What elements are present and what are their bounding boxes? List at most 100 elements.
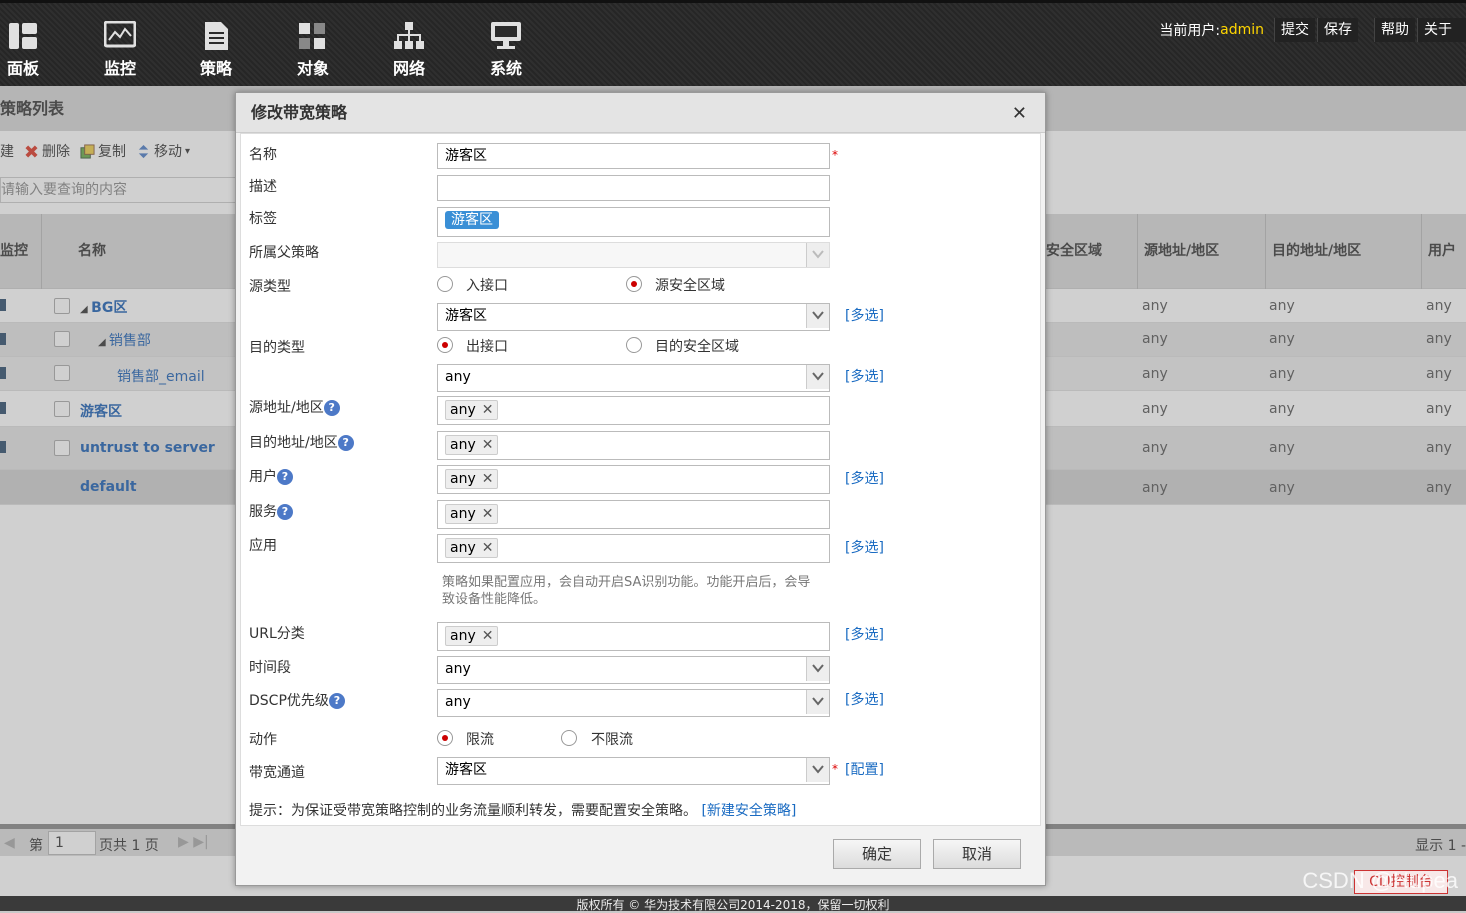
application-tag: any ✕ <box>445 538 499 558</box>
help-icon[interactable]: ? <box>277 504 293 520</box>
destination-zone-radio[interactable] <box>626 337 642 353</box>
limit-radio[interactable] <box>437 730 453 746</box>
source-zone-select[interactable]: 游客区 <box>437 303 830 331</box>
dscp-value: any <box>445 694 471 710</box>
service-label: 服务? <box>249 501 293 521</box>
remove-icon[interactable]: ✕ <box>482 471 494 487</box>
source-zone-multiselect-link[interactable]: [多选] <box>845 305 884 325</box>
network-icon <box>394 22 424 49</box>
help-icon[interactable]: ? <box>337 435 354 451</box>
new-security-policy-link[interactable]: [新建安全策略] <box>701 803 796 819</box>
current-user-label: 当前用户: <box>1159 23 1221 39</box>
time-range-value: any <box>445 661 471 677</box>
nav-network[interactable]: 网络 <box>374 21 444 79</box>
about-button[interactable]: 关于 <box>1417 18 1466 42</box>
help-icon[interactable]: ? <box>277 469 293 485</box>
remove-icon[interactable]: ✕ <box>482 437 494 453</box>
description-label: 描述 <box>249 179 277 195</box>
policy-icon <box>205 22 228 50</box>
source-interface-label: 入接口 <box>466 278 508 294</box>
configure-link[interactable]: [配置] <box>845 759 884 779</box>
tag-label: 标签 <box>249 211 277 227</box>
no-limit-radio[interactable] <box>561 730 577 746</box>
nav-dashboard[interactable]: 面板 <box>0 21 58 79</box>
destination-type-label: 目的类型 <box>249 340 305 356</box>
destination-address-label: 目的地址/地区? <box>249 432 354 452</box>
application-multiselect-link[interactable]: [多选] <box>845 537 884 557</box>
application-input[interactable]: any ✕ <box>437 534 830 563</box>
save-button[interactable]: 保存 <box>1317 18 1358 42</box>
nav-system[interactable]: 系统 <box>471 21 541 79</box>
source-zone-value: 游客区 <box>445 308 487 324</box>
remove-icon[interactable]: ✕ <box>482 540 494 556</box>
chevron-down-icon <box>812 765 824 774</box>
bandwidth-channel-value: 游客区 <box>445 762 487 778</box>
nav-label: 监控 <box>103 59 136 78</box>
no-limit-label: 不限流 <box>591 732 633 748</box>
url-category-input[interactable]: any ✕ <box>437 622 830 651</box>
source-interface-radio[interactable] <box>437 276 453 292</box>
nav-monitor[interactable]: 监控 <box>85 21 155 79</box>
parent-policy-select[interactable] <box>437 242 830 268</box>
tag-chip[interactable]: 游客区 <box>445 211 499 229</box>
user-label: 用户? <box>249 466 293 486</box>
url-multiselect-link[interactable]: [多选] <box>845 624 884 644</box>
nav-label: 策略 <box>199 59 232 78</box>
application-label: 应用 <box>249 538 277 554</box>
nav-object[interactable]: 对象 <box>278 21 348 79</box>
dialog-body: 名称 游客区 * 描述 标签 游客区 所属父策略 源类型 入接口 源安全区域 游… <box>240 133 1041 826</box>
ok-button[interactable]: 确定 <box>833 839 921 869</box>
chevron-down-icon <box>812 664 824 673</box>
source-zone-label: 源安全区域 <box>655 278 725 294</box>
source-type-label: 源类型 <box>249 279 291 295</box>
chevron-down-icon <box>812 697 824 706</box>
help-icon[interactable]: ? <box>328 693 345 709</box>
top-right-actions: 当前用户: admin 提交 保存 帮助 关于 <box>1159 17 1466 43</box>
commit-button[interactable]: 提交 <box>1274 18 1315 42</box>
service-input[interactable]: any ✕ <box>437 500 830 529</box>
remove-icon[interactable]: ✕ <box>482 402 494 418</box>
name-input[interactable]: 游客区 <box>437 143 830 169</box>
source-address-tag: any ✕ <box>445 400 499 420</box>
required-mark: * <box>832 762 838 776</box>
source-zone-radio[interactable] <box>626 276 642 292</box>
user-input[interactable]: any ✕ <box>437 465 830 494</box>
cancel-button[interactable]: 取消 <box>933 839 1021 869</box>
dashboard-icon <box>9 23 37 49</box>
nav-label: 网络 <box>392 59 425 78</box>
tag-input[interactable]: 游客区 <box>437 207 830 237</box>
nav-policy[interactable]: 策略 <box>181 21 251 79</box>
dialog-title: 修改带宽策略 <box>236 93 1045 133</box>
url-category-label: URL分类 <box>249 626 305 642</box>
action-label: 动作 <box>249 732 277 748</box>
dscp-label: DSCP优先级? <box>249 690 345 710</box>
object-icon <box>299 23 325 49</box>
monitor-icon <box>104 21 136 48</box>
description-input[interactable] <box>437 175 830 201</box>
chevron-down-icon <box>812 372 824 381</box>
help-icon[interactable]: ? <box>323 400 340 416</box>
bandwidth-channel-select[interactable]: 游客区 <box>437 757 830 785</box>
dscp-select[interactable]: any <box>437 689 830 717</box>
remove-icon[interactable]: ✕ <box>482 506 494 522</box>
time-range-select[interactable]: any <box>437 656 830 684</box>
close-icon[interactable]: ✕ <box>1012 103 1027 124</box>
bandwidth-policy-dialog: 修改带宽策略 ✕ 名称 游客区 * 描述 标签 游客区 所属父策略 源类型 入接… <box>235 92 1046 886</box>
destination-value: any <box>445 369 471 385</box>
top-navigation-bar: 面板 监控 策略 对象 网络 系统 当前用户: admin 提交 保存 帮助 关… <box>0 0 1466 86</box>
destination-interface-select[interactable]: any <box>437 364 830 392</box>
user-multiselect-link[interactable]: [多选] <box>845 468 884 488</box>
current-user: admin <box>1220 22 1264 38</box>
nav-label: 对象 <box>296 59 329 78</box>
service-tag: any ✕ <box>445 504 499 524</box>
destination-zone-label: 目的安全区域 <box>655 339 739 355</box>
destination-interface-label: 出接口 <box>466 339 508 355</box>
help-button[interactable]: 帮助 <box>1374 18 1415 42</box>
destination-address-input[interactable]: any ✕ <box>437 431 830 460</box>
user-tag: any ✕ <box>445 469 499 489</box>
destination-multiselect-link[interactable]: [多选] <box>845 366 884 386</box>
remove-icon[interactable]: ✕ <box>482 628 494 644</box>
source-address-input[interactable]: any ✕ <box>437 396 830 425</box>
destination-interface-radio[interactable] <box>437 337 453 353</box>
dscp-multiselect-link[interactable]: [多选] <box>845 689 884 709</box>
